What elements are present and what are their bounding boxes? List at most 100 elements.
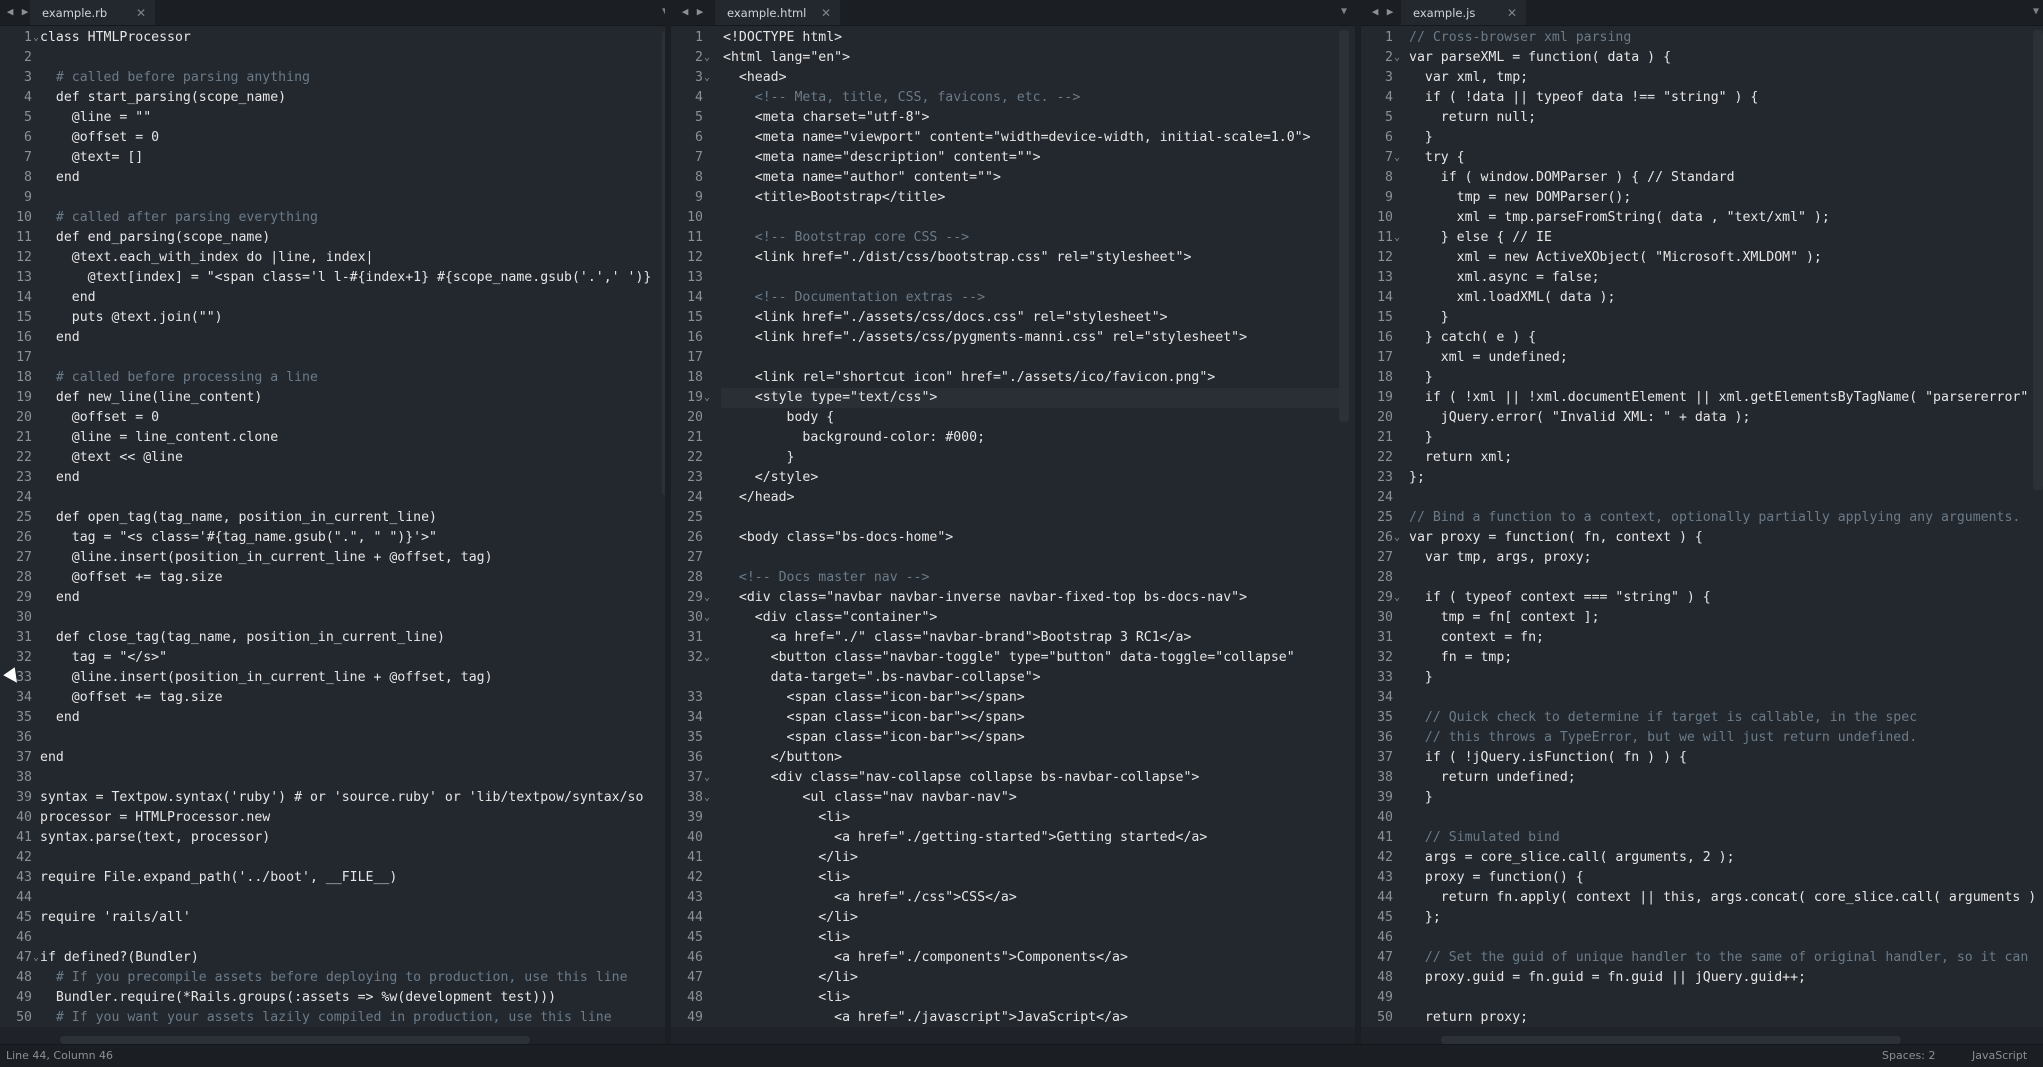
indentation-setting[interactable]: Spaces: 2 <box>1882 1045 1935 1067</box>
line-number: 47 <box>1377 950 1393 965</box>
fold-arrow-icon[interactable]: ⌄ <box>704 788 710 808</box>
code-editor[interactable]: 1 ⌄ class HTMLProcessor 2 3 # called before … <box>0 26 665 1027</box>
horizontal-scrollbar[interactable] <box>1441 1036 1901 1044</box>
tab-dropdown-icon[interactable]: ▼ <box>1337 5 1351 19</box>
vertical-scrollbar[interactable] <box>2033 30 2043 490</box>
fold-arrow-icon[interactable]: ⌄ <box>1394 528 1400 548</box>
code-text: <!-- Documentation extras --> <box>723 290 986 305</box>
nav-forward-icon[interactable]: ▶ <box>1384 4 1396 20</box>
line-number: 6 <box>1385 130 1393 145</box>
fold-arrow-icon[interactable]: ⌄ <box>704 388 710 408</box>
code-line: 46 <box>1361 928 2043 948</box>
fold-arrow-icon[interactable]: ⌄ <box>704 608 710 628</box>
close-icon[interactable]: ✕ <box>135 0 147 26</box>
tab-dropdown-icon[interactable]: ▼ <box>658 5 665 19</box>
fold-arrow-icon[interactable]: ⌄ <box>704 68 710 88</box>
code-line: 33 <span class="icon-bar"></span> <box>671 688 1355 708</box>
code-line: 12 @text.each_with_index do |line, index… <box>0 248 665 268</box>
fold-arrow-icon[interactable]: ⌄ <box>704 48 710 68</box>
code-line: 30 ⌄ <div class="container"> <box>671 608 1355 628</box>
code-text: context = fn; <box>1409 630 1544 645</box>
line-number: 29 <box>687 590 703 605</box>
fold-arrow-icon[interactable]: ⌄ <box>33 28 39 48</box>
code-text: if defined?(Bundler) <box>40 950 199 965</box>
fold-arrow-icon[interactable]: ⌄ <box>33 948 39 968</box>
line-number: 5 <box>1385 110 1393 125</box>
code-line: 20 jQuery.error( "Invalid XML: " + data … <box>1361 408 2043 428</box>
code-text: end <box>40 290 96 305</box>
code-line: 14 end <box>0 288 665 308</box>
line-number: 41 <box>16 830 32 845</box>
code-text: } <box>1409 790 1433 805</box>
fold-arrow-icon[interactable]: ⌄ <box>704 588 710 608</box>
tab-dropdown-icon[interactable]: ▼ <box>2029 5 2043 19</box>
code-text: <!DOCTYPE html> <box>723 30 843 45</box>
code-text: Bundler.require(*Rails.groups(:assets =>… <box>40 990 557 1005</box>
code-text: <!-- Meta, title, CSS, favicons, etc. --… <box>723 90 1081 105</box>
nav-back-icon[interactable]: ◀ <box>679 4 691 20</box>
code-text: <a href="./getting-started">Getting star… <box>723 830 1208 845</box>
code-line: 26 tag = "<s class='#{tag_name.gsub(".",… <box>0 528 665 548</box>
code-text: <a href="./" class="navbar-brand">Bootst… <box>723 630 1192 645</box>
code-text: <div class="navbar navbar-inverse navbar… <box>723 590 1248 605</box>
code-line: 40 <a href="./getting-started">Getting s… <box>671 828 1355 848</box>
nav-forward-icon[interactable]: ▶ <box>694 4 706 20</box>
line-number: 38 <box>687 790 703 805</box>
code-line: 16 end <box>0 328 665 348</box>
code-line: 23 </style> <box>671 468 1355 488</box>
code-text: var parseXML = function( data ) { <box>1409 50 1672 65</box>
code-line: 1 // Cross-browser xml parsing <box>1361 28 2043 48</box>
code-line: 36 </button> <box>671 748 1355 768</box>
close-icon[interactable]: ✕ <box>820 0 832 26</box>
code-line: 16 } catch( e ) { <box>1361 328 2043 348</box>
editor-pane-js: ◀ ▶ example.js ✕ ▼ 1 // Cross-browser xml… <box>1361 0 2043 1045</box>
line-number: 23 <box>1377 470 1393 485</box>
code-line: 5 <meta charset="utf-8"> <box>671 108 1355 128</box>
fold-arrow-icon[interactable]: ⌄ <box>1394 148 1400 168</box>
code-line: 22 return xml; <box>1361 448 2043 468</box>
code-text: }; <box>1409 910 1441 925</box>
syntax-selector[interactable]: JavaScript <box>1972 1045 2027 1067</box>
code-text: @line = line_content.clone <box>40 430 279 445</box>
line-number: 15 <box>16 310 32 325</box>
nav-back-icon[interactable]: ◀ <box>1369 4 1381 20</box>
fold-arrow-icon[interactable]: ⌄ <box>1394 48 1400 68</box>
line-number: 43 <box>687 890 703 905</box>
code-line: 6 <meta name="viewport" content="width=d… <box>671 128 1355 148</box>
close-icon[interactable]: ✕ <box>1506 0 1518 26</box>
code-line: 10 <box>671 208 1355 228</box>
fold-arrow-icon[interactable]: ⌄ <box>1394 228 1400 248</box>
code-text: <style type="text/css"> <box>723 390 938 405</box>
code-text: data-target=".bs-navbar-collapse"> <box>723 670 1041 685</box>
line-number: 49 <box>16 990 32 1005</box>
code-line: 4 if ( !data || typeof data !== "string"… <box>1361 88 2043 108</box>
line-number: 31 <box>687 630 703 645</box>
line-number: 25 <box>16 510 32 525</box>
code-line: 33 } <box>1361 668 2043 688</box>
tab-example-html[interactable]: example.html ✕ <box>715 0 841 25</box>
horizontal-scrollbar[interactable] <box>60 1036 530 1044</box>
code-text: <span class="icon-bar"></span> <box>723 690 1025 705</box>
code-line: 31 context = fn; <box>1361 628 2043 648</box>
code-line: 37 if ( !jQuery.isFunction( fn ) ) { <box>1361 748 2043 768</box>
code-text: <meta charset="utf-8"> <box>723 110 930 125</box>
line-number: 26 <box>687 530 703 545</box>
fold-arrow-icon[interactable]: ⌄ <box>704 768 710 788</box>
vertical-scrollbar[interactable] <box>1339 30 1349 422</box>
code-line: 49 <a href="./javascript">JavaScript</a> <box>671 1008 1355 1027</box>
line-number: 25 <box>1377 510 1393 525</box>
nav-back-icon[interactable]: ◀ <box>4 4 16 20</box>
line-number: 37 <box>16 750 32 765</box>
line-number: 39 <box>16 790 32 805</box>
code-text: <html lang="en"> <box>723 50 851 65</box>
code-text: try { <box>1409 150 1465 165</box>
tab-example-js[interactable]: example.js ✕ <box>1401 0 1527 25</box>
code-line: 32 tag = "</s>" <box>0 648 665 668</box>
tab-bar: ◀ ▶ example.js ✕ ▼ <box>1361 0 2043 26</box>
fold-arrow-icon[interactable]: ⌄ <box>704 648 710 668</box>
code-editor[interactable]: 1// Cross-browser xml parsing 2 ⌄ var parse… <box>1361 26 2043 1027</box>
line-number: 29 <box>1377 590 1393 605</box>
code-editor[interactable]: 1 <!DOCTYPE html> 2 ⌄ <html lang="en"> 3 ⌄ <he… <box>671 26 1355 1027</box>
tab-example-rb[interactable]: example.rb ✕ <box>30 0 156 25</box>
fold-arrow-icon[interactable]: ⌄ <box>1394 588 1400 608</box>
